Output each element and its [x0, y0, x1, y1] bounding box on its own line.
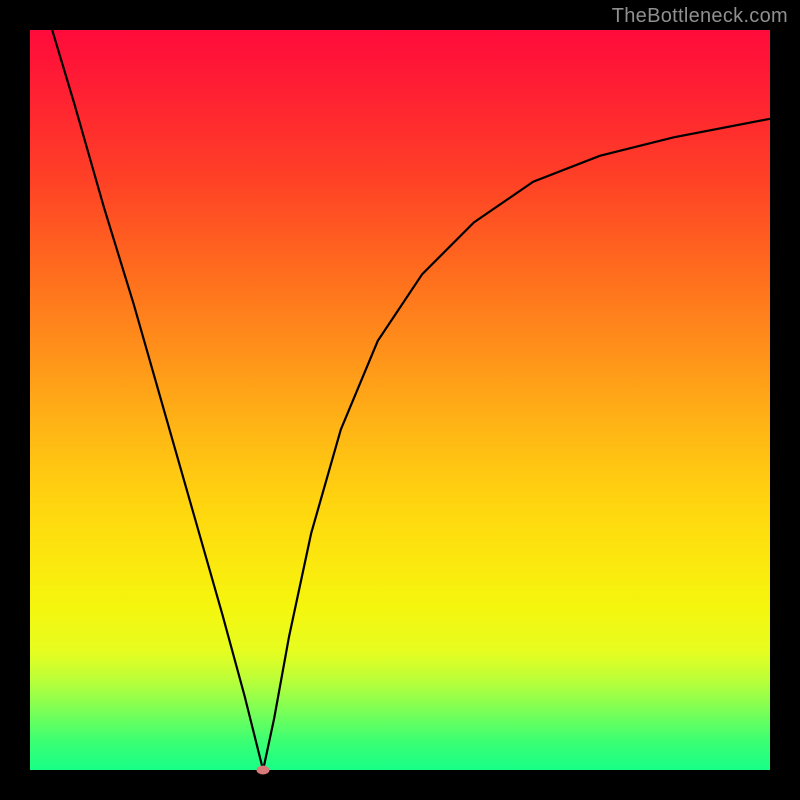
minimum-point-dot	[257, 766, 270, 775]
gradient-background	[30, 30, 770, 770]
watermark-text: TheBottleneck.com	[612, 5, 788, 28]
chart-frame: TheBottleneck.com	[0, 0, 800, 800]
bottleneck-curve	[30, 30, 770, 770]
